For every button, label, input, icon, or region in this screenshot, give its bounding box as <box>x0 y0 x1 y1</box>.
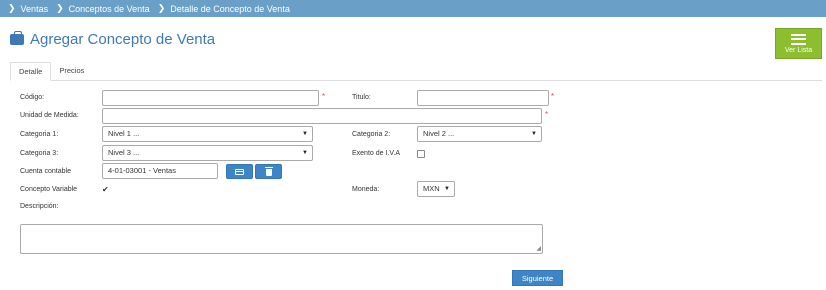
unidad-label: Unidad de Medida: <box>20 112 79 119</box>
descripcion-textarea[interactable]: ◢ <box>20 224 543 254</box>
page-title: Agregar Concepto de Venta <box>10 31 215 48</box>
page-title-text: Agregar Concepto de Venta <box>30 31 216 48</box>
categoria2-value: Nivel 2 ... <box>423 129 455 138</box>
required-marker: * <box>545 110 549 119</box>
dropdown-arrow-icon: ▼ <box>302 131 308 137</box>
view-list-button[interactable]: Ver Lista <box>775 28 822 59</box>
categoria3-select[interactable]: Nivel 3 ... ▼ <box>102 145 313 161</box>
breadcrumb-item-detalle: ❯ Detalle de Concepto de Venta <box>157 3 290 14</box>
breadcrumb-item-ventas[interactable]: ❯ Ventas <box>8 3 56 14</box>
concepto-variable-checkbox[interactable]: ✔ <box>102 186 109 194</box>
exento-label: Exento de I.V.A <box>352 150 400 157</box>
cuenta-label: Cuenta contable <box>20 168 71 175</box>
dropdown-arrow-icon: ▼ <box>444 186 450 192</box>
categoria3-value: Nivel 3 ... <box>108 148 140 157</box>
tab-detalle[interactable]: Detalle <box>10 62 52 81</box>
categoria1-value: Nivel 1 ... <box>108 129 140 138</box>
categoria1-label: Categoria 1: <box>20 131 59 138</box>
unidad-input[interactable] <box>102 108 542 124</box>
next-button[interactable]: Siguiente <box>512 270 563 286</box>
moneda-value: MXN <box>423 184 440 193</box>
breadcrumb: ❯ Ventas ❯ Conceptos de Venta ❯ Detalle … <box>0 0 826 17</box>
card-icon <box>235 168 244 175</box>
chevron-right-icon: ❯ <box>56 3 64 13</box>
categoria3-label: Categoria 3: <box>20 150 59 157</box>
titulo-label: Titulo: <box>352 94 371 101</box>
moneda-select[interactable]: MXN ▼ <box>417 181 455 197</box>
descripcion-label: Descripción: <box>20 203 59 210</box>
list-icon <box>791 33 806 45</box>
tab-bar: Detalle Precios <box>10 62 822 81</box>
cuenta-input[interactable]: 4-01-03001 - Ventas <box>102 163 218 179</box>
codigo-label: Código: <box>20 94 45 101</box>
dropdown-arrow-icon: ▼ <box>302 150 308 156</box>
resize-handle-icon[interactable]: ◢ <box>536 246 541 252</box>
moneda-label: Moneda: <box>352 186 380 193</box>
categoria2-select[interactable]: Nivel 2 ... ▼ <box>417 126 542 142</box>
required-marker: * <box>551 92 555 101</box>
chevron-right-icon: ❯ <box>8 3 16 13</box>
select-account-button[interactable] <box>226 164 253 179</box>
categoria2-label: Categoria 2: <box>352 131 391 138</box>
tab-precios[interactable]: Precios <box>51 62 92 81</box>
trash-icon <box>264 166 273 176</box>
required-marker: * <box>322 92 326 101</box>
concepto-variable-label: Concepto Variable <box>20 186 78 193</box>
exento-checkbox[interactable] <box>417 150 425 158</box>
chevron-right-icon: ❯ <box>157 3 166 13</box>
categoria1-select[interactable]: Nivel 1 ... ▼ <box>102 126 313 142</box>
clear-account-button[interactable] <box>255 164 282 179</box>
breadcrumb-item-conceptos[interactable]: ❯ Conceptos de Venta <box>56 3 158 14</box>
titulo-input[interactable] <box>417 90 549 106</box>
briefcase-icon <box>10 31 24 45</box>
view-list-label: Ver Lista <box>784 46 813 54</box>
codigo-input[interactable] <box>102 90 319 106</box>
dropdown-arrow-icon: ▼ <box>531 131 537 137</box>
